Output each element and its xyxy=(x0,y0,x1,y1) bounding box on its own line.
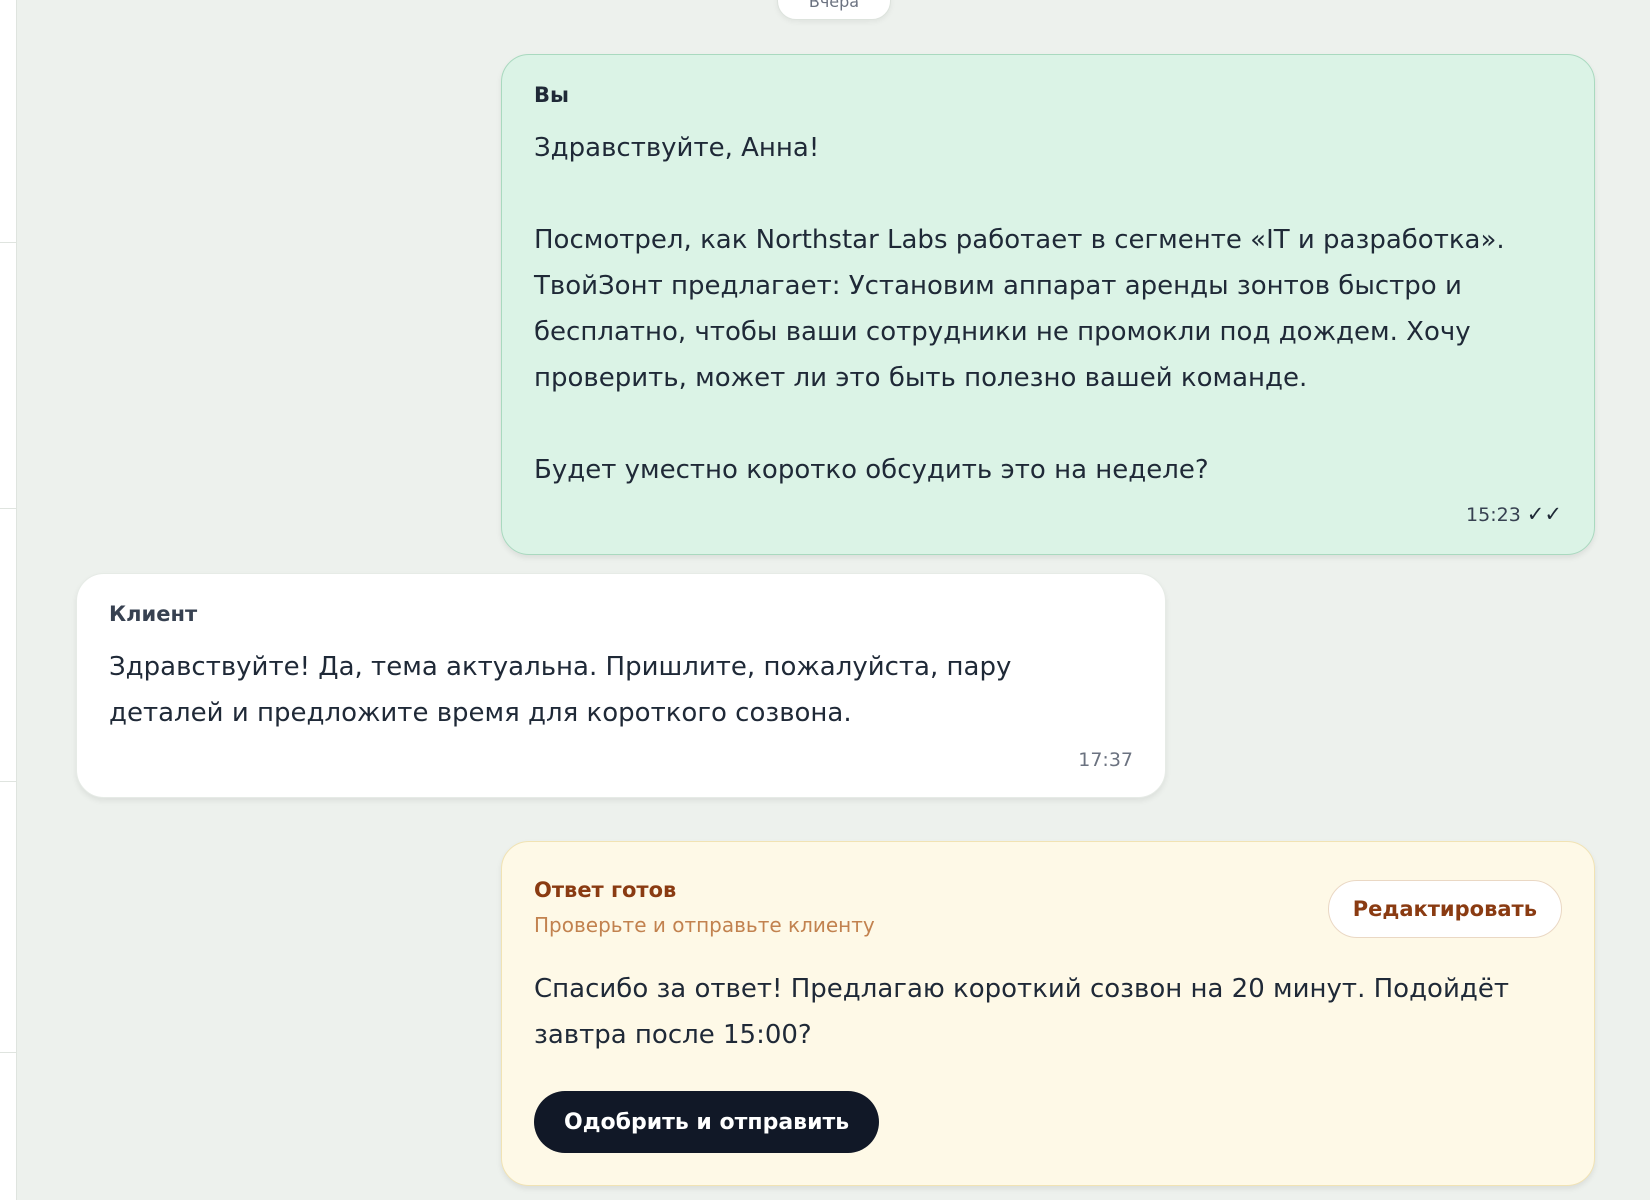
message-meta: 15:23 ✓✓ xyxy=(1466,502,1562,526)
approve-and-send-button[interactable]: Одобрить и отправить xyxy=(534,1091,880,1153)
date-separator: Вчера xyxy=(777,0,891,20)
incoming-message: Клиент Здравствуйте! Да, тема актуальна.… xyxy=(76,573,1166,798)
edit-button[interactable]: Редактировать xyxy=(1327,880,1562,938)
sidebar-divider xyxy=(0,508,16,509)
double-check-icon: ✓✓ xyxy=(1526,502,1562,526)
message-time: 15:23 xyxy=(1466,504,1521,526)
draft-text: Спасибо за ответ! Предлагаю короткий соз… xyxy=(534,974,1509,1050)
outgoing-message: Вы Здравствуйте, Анна! Посмотрел, как No… xyxy=(501,54,1595,555)
sidebar-divider xyxy=(0,1052,16,1053)
sidebar-divider xyxy=(0,242,16,243)
message-sender: Вы xyxy=(534,83,569,107)
message-text: Здравствуйте, Анна! Посмотрел, как North… xyxy=(534,133,1505,485)
message-time: 17:37 xyxy=(1078,749,1133,771)
message-sender: Клиент xyxy=(109,602,198,626)
left-sidebar-edge xyxy=(0,0,17,1200)
draft-reply-card: Ответ готов Проверьте и отправьте клиент… xyxy=(501,841,1595,1186)
sidebar-divider xyxy=(0,781,16,782)
message-text: Здравствуйте! Да, тема актуальна. Пришли… xyxy=(109,652,1020,728)
